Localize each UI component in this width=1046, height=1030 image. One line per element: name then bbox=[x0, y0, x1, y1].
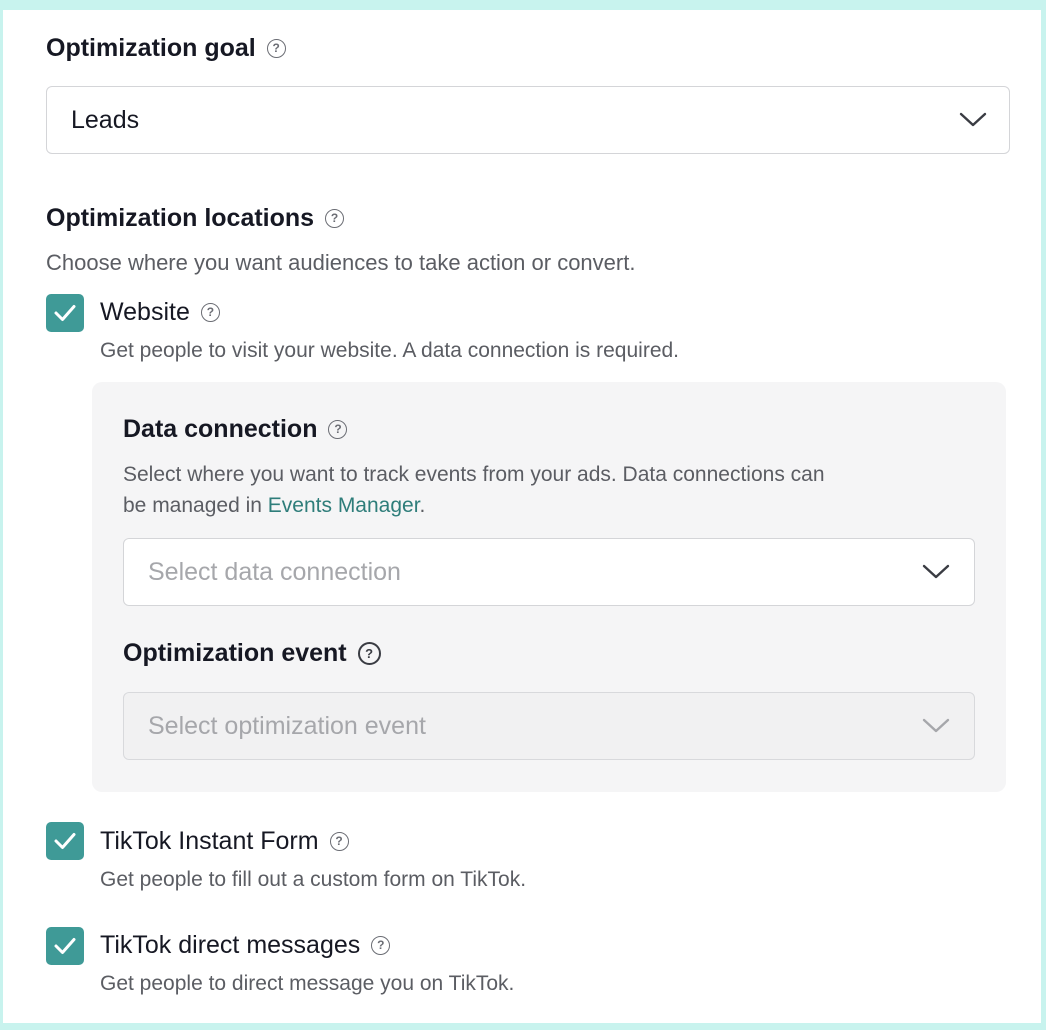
instant-form-description: Get people to fill out a custom form on … bbox=[100, 868, 527, 891]
direct-messages-label: TikTok direct messages bbox=[100, 930, 361, 959]
help-icon[interactable]: ? bbox=[371, 935, 391, 955]
description-suffix: . bbox=[419, 494, 426, 517]
website-label: Website bbox=[100, 297, 190, 326]
data-connection-title: Data connection bbox=[123, 415, 318, 443]
optimization-event-title: Optimization event bbox=[123, 639, 347, 667]
help-icon[interactable]: ? bbox=[329, 831, 349, 851]
description-prefix: be managed in bbox=[123, 494, 268, 517]
checkmark-icon bbox=[54, 938, 76, 954]
direct-messages-option-label[interactable]: TikTok direct messages ? bbox=[100, 928, 391, 962]
checkmark-icon bbox=[54, 305, 76, 321]
data-connection-select[interactable]: Select data connection bbox=[123, 538, 975, 606]
website-option-label[interactable]: Website ? bbox=[100, 295, 220, 329]
optimization-event-select[interactable]: Select optimization event bbox=[123, 692, 975, 760]
help-icon[interactable]: ? bbox=[200, 302, 220, 322]
instant-form-option-label[interactable]: TikTok Instant Form ? bbox=[100, 824, 349, 858]
optimization-event-heading: Optimization event ? bbox=[123, 639, 381, 668]
data-connection-description-line1: Select where you want to track events fr… bbox=[123, 463, 825, 486]
help-icon[interactable]: ? bbox=[325, 209, 345, 228]
optimization-goal-select[interactable]: Leads bbox=[46, 86, 1010, 154]
chevron-down-icon bbox=[959, 112, 987, 128]
website-description: Get people to visit your website. A data… bbox=[100, 339, 680, 362]
data-connection-placeholder: Select data connection bbox=[148, 557, 401, 586]
instant-form-checkbox[interactable] bbox=[46, 822, 84, 860]
optimization-locations-description: Choose where you want audiences to take … bbox=[46, 250, 636, 275]
help-icon[interactable]: ? bbox=[328, 420, 348, 439]
help-icon[interactable]: ? bbox=[357, 642, 381, 665]
website-settings-subpanel: Data connection ? Select where you want … bbox=[92, 382, 1006, 792]
optimization-locations-title: Optimization locations bbox=[46, 204, 315, 232]
optimization-goal-value: Leads bbox=[71, 105, 140, 134]
optimization-goal-title: Optimization goal bbox=[46, 34, 256, 62]
instant-form-label: TikTok Instant Form bbox=[100, 826, 319, 855]
chevron-down-icon bbox=[922, 718, 950, 734]
direct-messages-checkbox[interactable] bbox=[46, 927, 84, 965]
help-icon[interactable]: ? bbox=[266, 39, 286, 58]
checkmark-icon bbox=[54, 833, 76, 849]
optimization-event-placeholder: Select optimization event bbox=[148, 711, 426, 740]
chevron-down-icon bbox=[922, 564, 950, 580]
optimization-goal-heading: Optimization goal ? bbox=[46, 34, 286, 63]
website-checkbox[interactable] bbox=[46, 294, 84, 332]
data-connection-description-line2: be managed in Events Manager. bbox=[123, 494, 425, 518]
optimization-locations-heading: Optimization locations ? bbox=[46, 204, 345, 233]
campaign-settings-panel: Optimization goal ? Leads Optimization l… bbox=[3, 10, 1041, 1023]
direct-messages-description: Get people to direct message you on TikT… bbox=[100, 972, 515, 995]
events-manager-link[interactable]: Events Manager bbox=[268, 494, 420, 517]
data-connection-heading: Data connection ? bbox=[123, 415, 348, 444]
